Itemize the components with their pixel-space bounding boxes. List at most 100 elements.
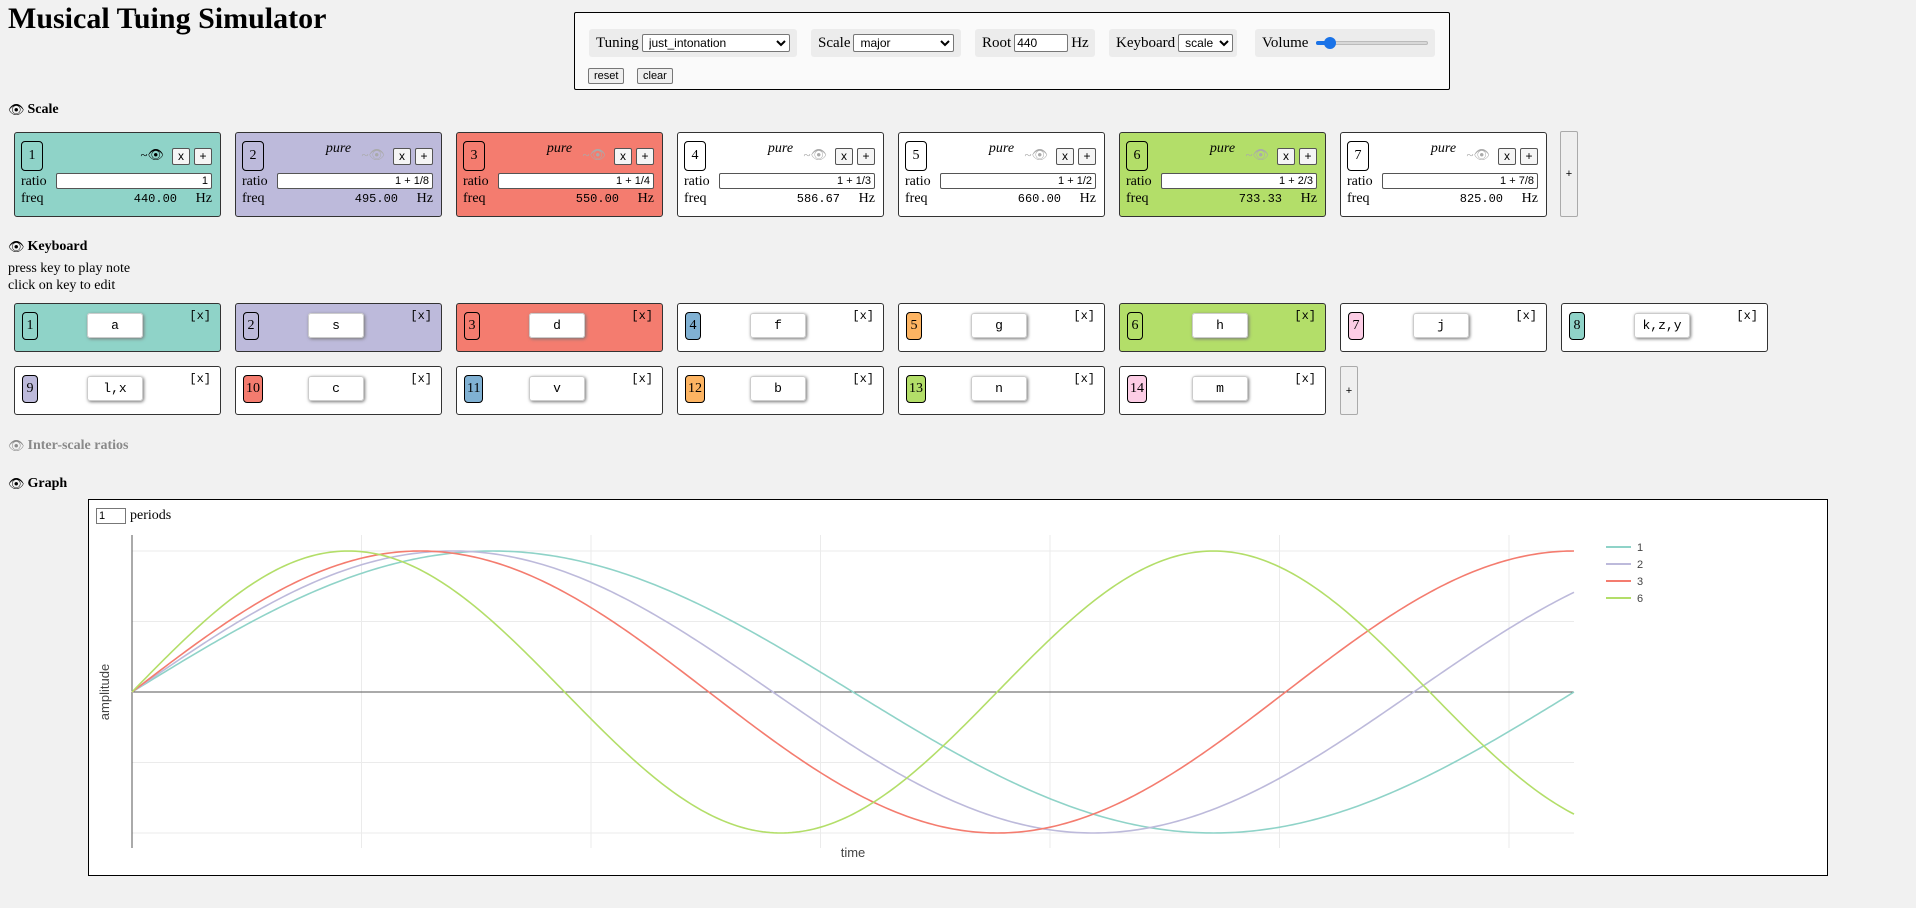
visibility-eye-icon[interactable]: ~👁 (803, 147, 827, 163)
remove-note-button[interactable]: x (172, 148, 190, 165)
key-cap[interactable]: f (750, 313, 806, 338)
ratio-input[interactable]: 1 + 1/4 (498, 173, 654, 189)
remove-key-button[interactable]: [x] (1515, 309, 1537, 323)
keyboard-key[interactable]: 3 d [x] (456, 303, 663, 352)
ratio-input[interactable]: 1 + 1/2 (940, 173, 1096, 189)
keyboard-key[interactable]: 6 h [x] (1119, 303, 1326, 352)
insert-note-button[interactable]: + (1520, 148, 1538, 165)
remove-key-button[interactable]: [x] (1073, 309, 1095, 323)
eye-icon[interactable]: 👁 (8, 476, 25, 492)
tuning-label: Tuning (596, 34, 639, 51)
key-cap[interactable]: l,x (87, 376, 143, 401)
insert-note-button[interactable]: + (415, 148, 433, 165)
key-cap[interactable]: b (750, 376, 806, 401)
visibility-eye-icon[interactable]: ~👁 (1245, 147, 1269, 163)
scale-note-card: 2 pure ~👁 x + ratio 1 + 1/8 freq 495.00 Hz (235, 132, 442, 217)
key-cap[interactable]: a (87, 313, 143, 338)
freq-value: 550.00 (575, 192, 619, 206)
remove-key-button[interactable]: [x] (852, 309, 874, 323)
key-cap[interactable]: h (1192, 313, 1248, 338)
volume-thumb[interactable] (1323, 37, 1336, 49)
scale-select[interactable]: major (853, 34, 954, 52)
key-cap[interactable]: n (971, 376, 1027, 401)
eye-icon[interactable]: 👁 (8, 438, 25, 454)
ratio-input[interactable]: 1 + 2/3 (1161, 173, 1317, 189)
remove-key-button[interactable]: [x] (1294, 372, 1316, 386)
clear-button[interactable]: clear (637, 68, 673, 84)
key-cap[interactable]: j (1413, 313, 1469, 338)
keyboard-key[interactable]: 7 j [x] (1340, 303, 1547, 352)
remove-key-button[interactable]: [x] (189, 309, 211, 323)
graph-section-header[interactable]: 👁 Graph (8, 476, 67, 492)
key-note-number: 3 (464, 312, 480, 340)
keyboard-key[interactable]: 4 f [x] (677, 303, 884, 352)
keyboard-select[interactable]: scale (1178, 34, 1234, 52)
visibility-eye-icon[interactable]: ~👁 (1024, 147, 1048, 163)
ratio-input[interactable]: 1 (56, 173, 212, 189)
key-cap[interactable]: m (1192, 376, 1248, 401)
keyboard-key[interactable]: 2 s [x] (235, 303, 442, 352)
root-input[interactable] (1014, 34, 1069, 52)
keyboard-key[interactable]: 5 g [x] (898, 303, 1105, 352)
remove-key-button[interactable]: [x] (631, 309, 653, 323)
remove-note-button[interactable]: x (1498, 148, 1516, 165)
remove-note-button[interactable]: x (614, 148, 632, 165)
remove-note-button[interactable]: x (835, 148, 853, 165)
keyboard-key[interactable]: 13 n [x] (898, 366, 1105, 415)
keyboard-key[interactable]: 14 m [x] (1119, 366, 1326, 415)
remove-key-button[interactable]: [x] (1736, 309, 1758, 323)
ratio-label: ratio (684, 174, 710, 189)
keyboard-section-header[interactable]: 👁 Keyboard (8, 239, 87, 255)
insert-note-button[interactable]: + (857, 148, 875, 165)
key-cap[interactable]: s (308, 313, 364, 338)
visibility-eye-icon[interactable]: ~👁 (140, 147, 164, 163)
scale-note-card: 7 pure ~👁 x + ratio 1 + 7/8 freq 825.00 Hz (1340, 132, 1547, 217)
key-cap[interactable]: v (529, 376, 585, 401)
visibility-eye-icon[interactable]: ~👁 (1466, 147, 1490, 163)
keyboard-key[interactable]: 9 l,x [x] (14, 366, 221, 415)
remove-note-button[interactable]: x (393, 148, 411, 165)
remove-key-button[interactable]: [x] (1073, 372, 1095, 386)
add-note-button[interactable]: + (1560, 131, 1578, 217)
visibility-eye-icon[interactable]: ~👁 (582, 147, 606, 163)
eye-icon[interactable]: 👁 (8, 102, 25, 118)
insert-note-button[interactable]: + (1299, 148, 1317, 165)
remove-note-button[interactable]: x (1056, 148, 1074, 165)
key-cap[interactable]: k,z,y (1634, 313, 1690, 338)
tuning-select[interactable]: just_intonation (641, 34, 790, 52)
ratio-input[interactable]: 1 + 1/3 (719, 173, 875, 189)
ratio-input[interactable]: 1 + 1/8 (277, 173, 433, 189)
note-number: 1 (21, 141, 43, 171)
ratio-label: ratio (905, 174, 931, 189)
eye-icon[interactable]: 👁 (8, 239, 25, 255)
key-cap[interactable]: d (529, 313, 585, 338)
scale-section-header[interactable]: 👁 Scale (8, 102, 59, 118)
add-key-button[interactable]: + (1340, 366, 1358, 415)
insert-note-button[interactable]: + (636, 148, 654, 165)
remove-note-button[interactable]: x (1277, 148, 1295, 165)
insert-note-button[interactable]: + (194, 148, 212, 165)
remove-key-button[interactable]: [x] (1294, 309, 1316, 323)
remove-key-button[interactable]: [x] (631, 372, 653, 386)
key-cap[interactable]: g (971, 313, 1027, 338)
keyboard-key[interactable]: 1 a [x] (14, 303, 221, 352)
ratio-input[interactable]: 1 + 7/8 (1382, 173, 1538, 189)
remove-key-button[interactable]: [x] (852, 372, 874, 386)
volume-slider[interactable] (1316, 37, 1428, 49)
reset-button[interactable]: reset (588, 68, 625, 84)
remove-key-button[interactable]: [x] (410, 372, 432, 386)
remove-key-button[interactable]: [x] (410, 309, 432, 323)
keyboard-key[interactable]: 12 b [x] (677, 366, 884, 415)
keyboard-key[interactable]: 11 v [x] (456, 366, 663, 415)
hz-unit: Hz (1300, 191, 1317, 206)
insert-note-button[interactable]: + (1078, 148, 1096, 165)
keyboard-key[interactable]: 10 c [x] (235, 366, 442, 415)
remove-key-button[interactable]: [x] (189, 372, 211, 386)
freq-value: 733.33 (1238, 192, 1282, 206)
inter-scale-section-header[interactable]: 👁 Inter-scale ratios (8, 438, 128, 454)
freq-label: freq (21, 191, 44, 206)
key-cap[interactable]: c (308, 376, 364, 401)
keyboard-key[interactable]: 8 k,z,y [x] (1561, 303, 1768, 352)
visibility-eye-icon[interactable]: ~👁 (361, 147, 385, 163)
keyboard-hint-edit: click on key to edit (8, 278, 116, 293)
